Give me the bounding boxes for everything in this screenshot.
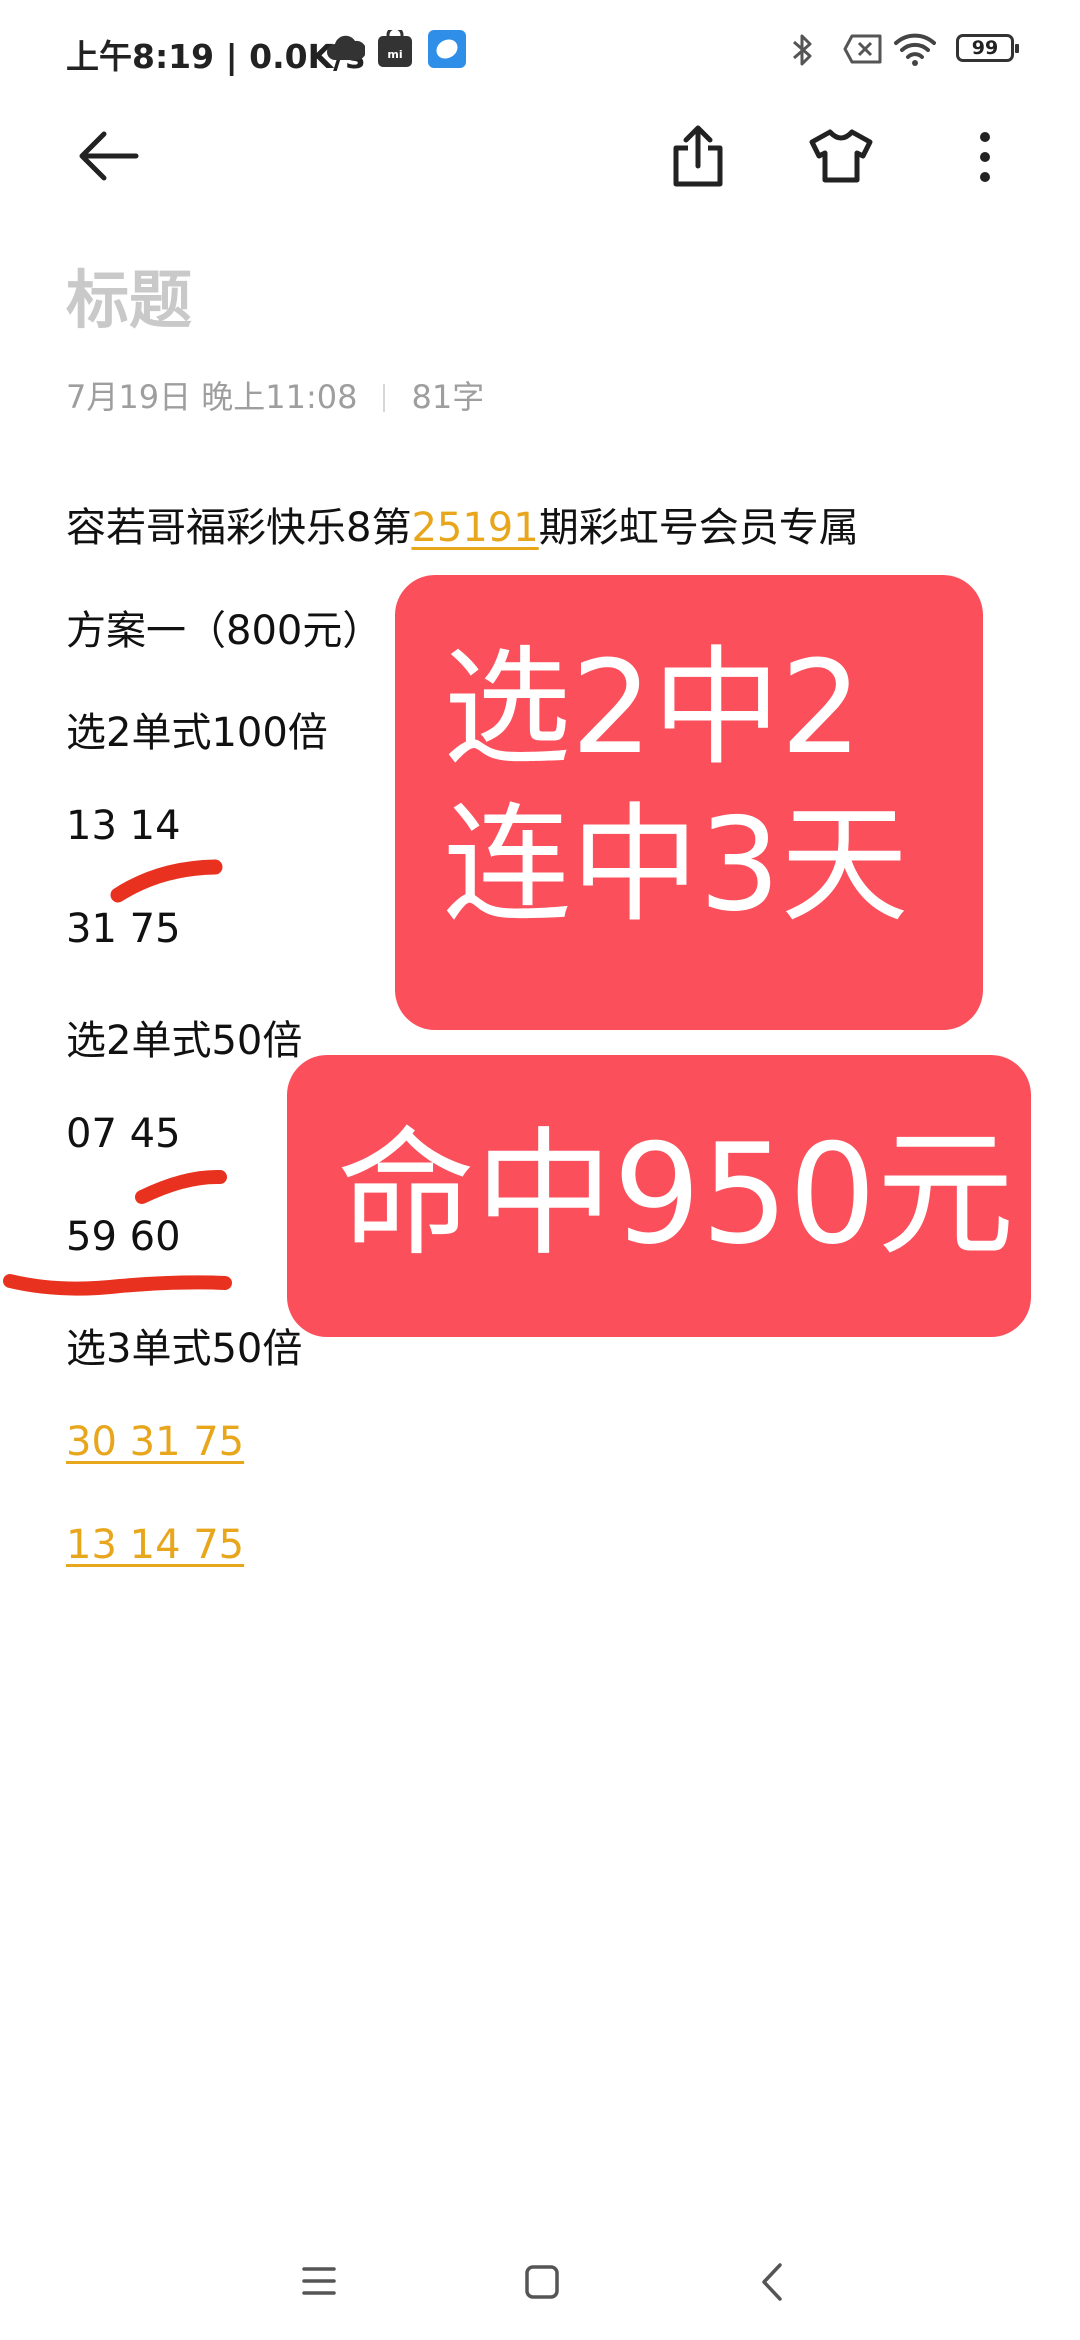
more-vertical-icon[interactable] <box>975 130 995 188</box>
note-meta: 7月19日 晚上11:08 81字 <box>66 372 484 418</box>
scribble-stroke <box>110 859 223 903</box>
home-square-icon[interactable] <box>524 2264 560 2304</box>
mi-store-icon: mi <box>377 26 413 72</box>
note-line[interactable]: 方案一（800元） <box>66 598 382 656</box>
wifi-icon <box>893 32 937 70</box>
note-line[interactable]: 13 14 <box>66 803 181 849</box>
number-link[interactable]: 13 14 75 <box>66 1522 244 1568</box>
share-icon[interactable] <box>668 124 728 192</box>
promo-banner-win: 命中950元 <box>287 1055 1031 1337</box>
banner-line: 选2中2 <box>443 634 862 783</box>
number-link[interactable]: 30 31 75 <box>66 1419 244 1465</box>
note-line[interactable]: 选3单式50倍 <box>66 1316 302 1374</box>
app-icon <box>428 30 466 72</box>
note-line[interactable]: 07 45 <box>66 1111 181 1157</box>
menu-icon[interactable] <box>302 2266 336 2300</box>
scribble-stroke <box>3 1274 232 1296</box>
back-arrow-icon[interactable] <box>76 128 140 188</box>
issue-number-link[interactable]: 25191 <box>411 505 538 551</box>
meta-divider <box>383 384 386 412</box>
promo-banner-streak: 选2中2 连中3天 <box>395 575 983 1030</box>
no-sim-icon <box>843 34 883 68</box>
note-line[interactable]: 选2单式50倍 <box>66 1008 302 1066</box>
note-line[interactable]: 31 75 <box>66 906 181 952</box>
note-date: 7月19日 晚上11:08 <box>66 378 358 416</box>
note-char-count: 81字 <box>411 378 485 416</box>
status-bar: 上午8:19 | 0.0K/s mi 99 <box>0 0 1080 100</box>
svg-text:mi: mi <box>387 48 402 61</box>
note-line[interactable]: 选2单式100倍 <box>66 700 328 758</box>
theme-shirt-icon[interactable] <box>808 128 874 188</box>
status-time: 上午8:19 | 0.0K/s <box>66 37 365 76</box>
battery-icon: 99 <box>956 34 1019 62</box>
cloud-icon <box>325 34 367 68</box>
line-text: 期彩虹号会员专属 <box>538 505 859 551</box>
banner-line: 连中3天 <box>443 791 909 940</box>
line-text: 容若哥福彩快乐8第 <box>66 505 412 551</box>
back-chevron-icon[interactable] <box>760 2262 784 2306</box>
note-line[interactable]: 容若哥福彩快乐8第25191期彩虹号会员专属 <box>66 495 859 553</box>
scribble-stroke <box>135 1169 227 1204</box>
note-line[interactable]: 59 60 <box>66 1214 181 1260</box>
note-title[interactable]: 标题 <box>66 250 192 341</box>
bluetooth-icon <box>790 32 816 72</box>
